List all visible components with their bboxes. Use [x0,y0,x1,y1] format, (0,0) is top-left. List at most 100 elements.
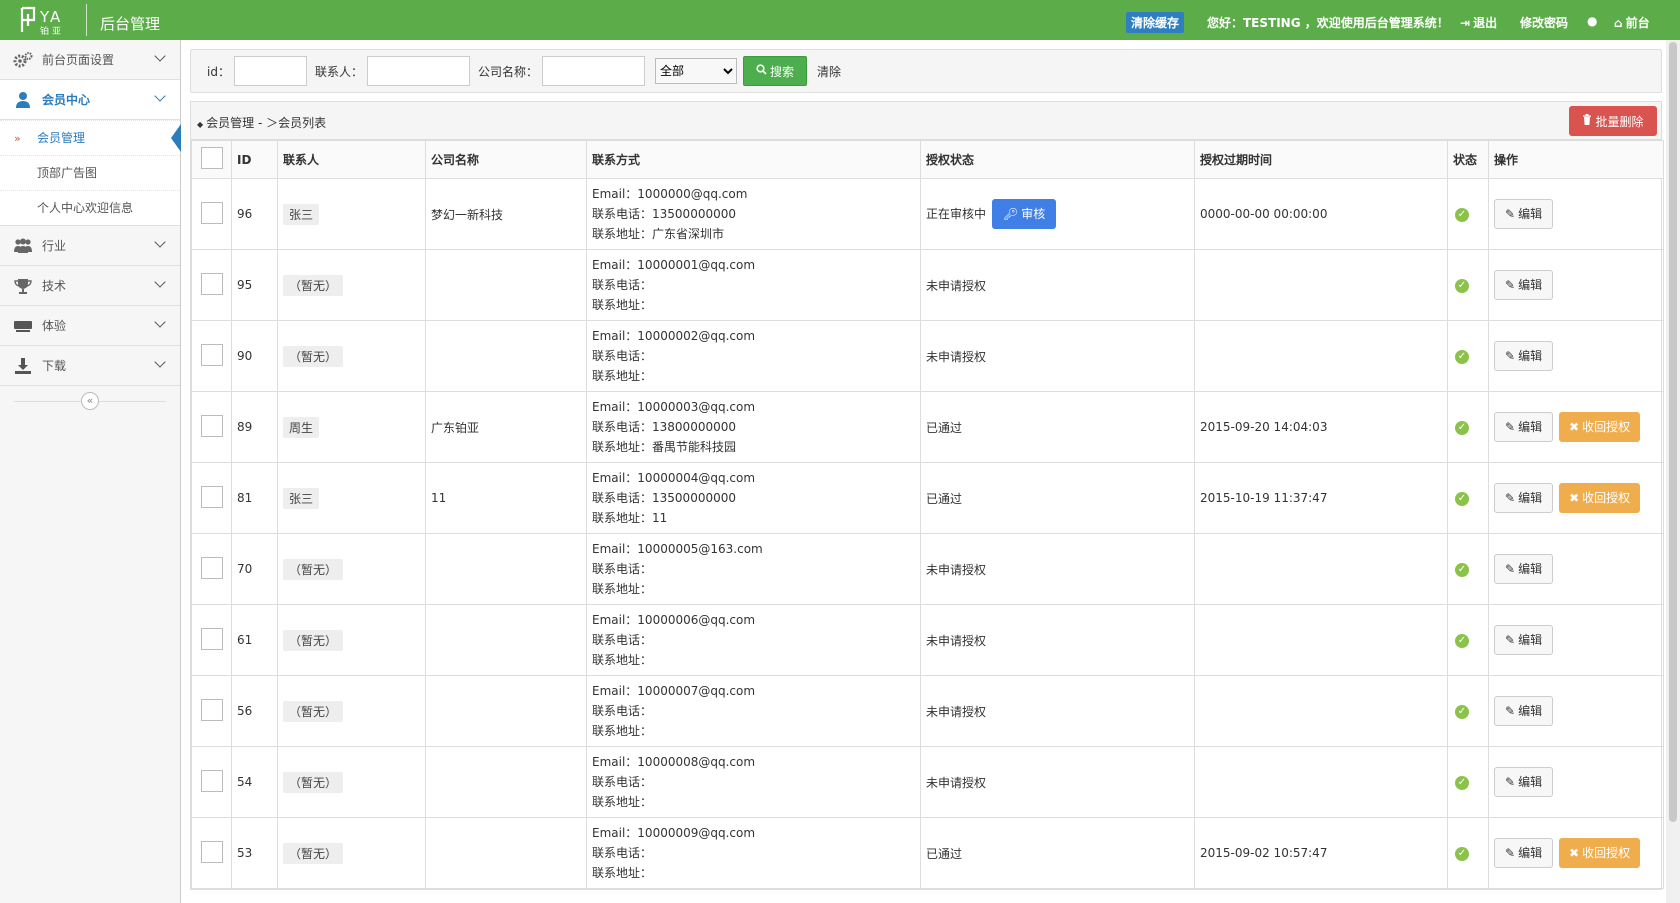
frontend-link[interactable]: ⌂ 前台 [1614,14,1650,31]
sidebar-item-member-center[interactable]: 会员中心 [0,80,180,120]
column-header[interactable]: 联系方式 [586,140,921,179]
contact-input[interactable] [366,56,470,86]
contact-cell: （暂无） [277,249,426,321]
search-button[interactable]: 搜索 [742,56,807,86]
sidebar-subitem-welcome-info[interactable]: 个人中心欢迎信息 [0,190,180,225]
row-checkbox[interactable] [200,485,223,508]
column-header[interactable]: 状态 [1447,140,1489,179]
change-password-link[interactable]: 修改密码 [1520,14,1568,31]
edit-button[interactable]: ✎ 编辑 [1494,696,1554,726]
batch-delete-button[interactable]: 批量删除 [1569,106,1657,136]
edit-button[interactable]: ✎ 编辑 [1494,199,1554,229]
table-row: 95 （暂无） Email：10000001@qq.com 联系电话： 联系地址： 未申请… [191,249,1664,321]
id-cell: 81 [231,462,278,534]
scrollbar-thumb[interactable] [1669,42,1677,822]
row-checkbox[interactable] [200,343,223,366]
column-header[interactable]: 授权状态 [920,140,1195,179]
id-cell: 61 [231,604,278,676]
collapse-sidebar-button[interactable]: « [81,392,99,410]
status-cell: ✓ [1447,391,1489,463]
logout-link[interactable]: ⇥ 退出 [1460,14,1497,31]
column-header[interactable]: 联系人 [277,140,426,179]
address-line: 联系地址： [592,579,915,599]
row-checkbox[interactable] [200,769,223,792]
phone-prefix: 联系电话： [592,491,653,505]
breadcrumb-bullet-icon: ◆ [197,120,204,129]
revoke-button[interactable]: ✖ 收回授权 [1559,838,1641,868]
column-header[interactable]: 公司名称 [425,140,587,179]
clear-cache-button[interactable]: 清除缓存 [1126,12,1185,33]
frontend-label: 前台 [1625,16,1650,30]
edit-icon: ✎ [1505,775,1516,789]
status-cell: ✓ [1447,533,1489,605]
select-all-checkbox[interactable] [200,147,223,169]
sidebar-item-technology[interactable]: 技术 [0,266,180,306]
row-checkbox[interactable] [200,414,223,437]
auth-status-cell: 未申请授权 [920,746,1195,818]
auth-status-text: 未申请授权 [926,704,987,719]
contact-info-cell: Email：10000001@qq.com 联系电话： 联系地址： [586,249,921,321]
sidebar-subitem-member-manage[interactable]: » 会员管理 [0,120,181,155]
batch-delete-label: 批量删除 [1595,114,1644,129]
sidebar-item-download[interactable]: 下载 [0,346,180,386]
phone-line: 联系电话：13500000000 [592,488,915,508]
contact-info-cell: Email：10000007@qq.com 联系电话： 联系地址： [586,675,921,747]
row-checkbox[interactable] [200,272,223,295]
id-input[interactable] [233,56,307,86]
address-prefix: 联系地址： [592,866,653,880]
column-header[interactable]: ID [231,140,278,179]
edit-button[interactable]: ✎ 编辑 [1494,483,1554,513]
theme-drop-icon[interactable]: ● [1587,14,1597,28]
page-scrollbar[interactable] [1666,40,1680,903]
revoke-button[interactable]: ✖ 收回授权 [1559,483,1641,513]
row-checkbox[interactable] [200,627,223,650]
search-icon [756,64,767,78]
email-value: 10000004@qq.com [637,471,756,485]
contact-tag: （暂无） [283,629,344,651]
email-prefix: Email： [592,471,638,485]
column-header[interactable]: 授权过期时间 [1194,140,1448,179]
contact-cell: 张三 [277,462,426,534]
edit-button[interactable]: ✎ 编辑 [1494,412,1554,442]
email-line: Email：10000006@qq.com [592,610,915,630]
sidebar-item-industry[interactable]: 行业 [0,226,180,266]
expire-cell: 2015-09-02 10:57:47 [1194,817,1448,889]
address-value: 广东省深圳市 [652,227,725,241]
audit-button[interactable]: 🔑︎ 审核 [992,199,1057,229]
contact-label: 联系人： [314,64,363,79]
edit-button[interactable]: ✎ 编辑 [1494,767,1554,797]
logo[interactable]: YA 铂亚 [18,4,74,37]
status-cell: ✓ [1447,249,1489,321]
trash-icon [1582,114,1592,128]
company-cell [425,320,587,392]
sidebar-item-frontend-settings[interactable]: 前台页面设置 [0,40,180,80]
status-select[interactable]: 全部 [654,58,737,84]
user-icon [12,91,34,109]
row-checkbox[interactable] [200,698,223,721]
edit-button[interactable]: ✎ 编辑 [1494,838,1554,868]
status-cell: ✓ [1447,320,1489,392]
edit-button[interactable]: ✎ 编辑 [1494,625,1554,655]
row-checkbox[interactable] [200,201,223,224]
company-input[interactable] [541,56,645,86]
email-value: 10000008@qq.com [637,755,756,769]
phone-line: 联系电话：13800000000 [592,417,915,437]
column-header[interactable]: 操作 [1488,140,1664,179]
edit-button[interactable]: ✎ 编辑 [1494,554,1554,584]
edit-button[interactable]: ✎ 编辑 [1494,270,1554,300]
edit-icon: ✎ [1505,846,1516,860]
edit-button[interactable]: ✎ 编辑 [1494,341,1554,371]
table-row: 81 张三 11 Email：10000004@qq.com 联系电话：13500000… [191,462,1664,534]
revoke-button[interactable]: ✖ 收回授权 [1559,412,1641,442]
row-select-cell [191,533,232,605]
sidebar-item-label: 体验 [42,319,67,333]
sidebar-subitem-top-banner[interactable]: 顶部广告图 [0,155,180,190]
sidebar-item-experience[interactable]: 体验 [0,306,180,346]
address-prefix: 联系地址： [592,582,653,596]
auth-status-text: 正在审核中 [926,207,987,221]
check-circle-icon: ✓ [1455,350,1469,364]
row-checkbox[interactable] [200,840,223,863]
clear-button[interactable]: 清除 [817,63,841,80]
row-checkbox[interactable] [200,556,223,579]
list-panel: ◆ 会员管理 - ＞会员列表 批量删除 ID 联系人 公司名称 联系方式 授权状… [190,101,1664,890]
